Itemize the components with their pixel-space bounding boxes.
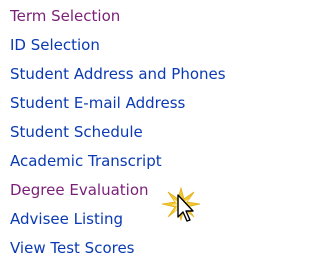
- list-item: View Test Scores: [10, 234, 312, 263]
- list-item: Academic Transcript: [10, 147, 312, 176]
- menu-link-student-schedule[interactable]: Student Schedule: [10, 123, 143, 141]
- list-item: Term Selection: [10, 2, 312, 31]
- list-item: Advisee Listing: [10, 205, 312, 234]
- menu-link-degree-evaluation[interactable]: Degree Evaluation: [10, 181, 149, 199]
- menu-link-student-address-and-phones[interactable]: Student Address and Phones: [10, 65, 226, 83]
- menu-link-student-email-address[interactable]: Student E-mail Address: [10, 94, 185, 112]
- list-item: Degree Evaluation: [10, 176, 312, 205]
- menu-link-id-selection[interactable]: ID Selection: [10, 36, 100, 54]
- list-item: Student Address and Phones: [10, 60, 312, 89]
- menu-link-academic-transcript[interactable]: Academic Transcript: [10, 152, 162, 170]
- menu-list: Term Selection ID Selection Student Addr…: [0, 0, 312, 263]
- list-item: ID Selection: [10, 31, 312, 60]
- menu-link-advisee-listing[interactable]: Advisee Listing: [10, 210, 123, 228]
- list-item: Student E-mail Address: [10, 89, 312, 118]
- student-menu: Term Selection ID Selection Student Addr…: [0, 0, 312, 271]
- menu-link-view-test-scores[interactable]: View Test Scores: [10, 239, 135, 257]
- list-item: Student Schedule: [10, 118, 312, 147]
- menu-link-term-selection[interactable]: Term Selection: [10, 7, 120, 25]
